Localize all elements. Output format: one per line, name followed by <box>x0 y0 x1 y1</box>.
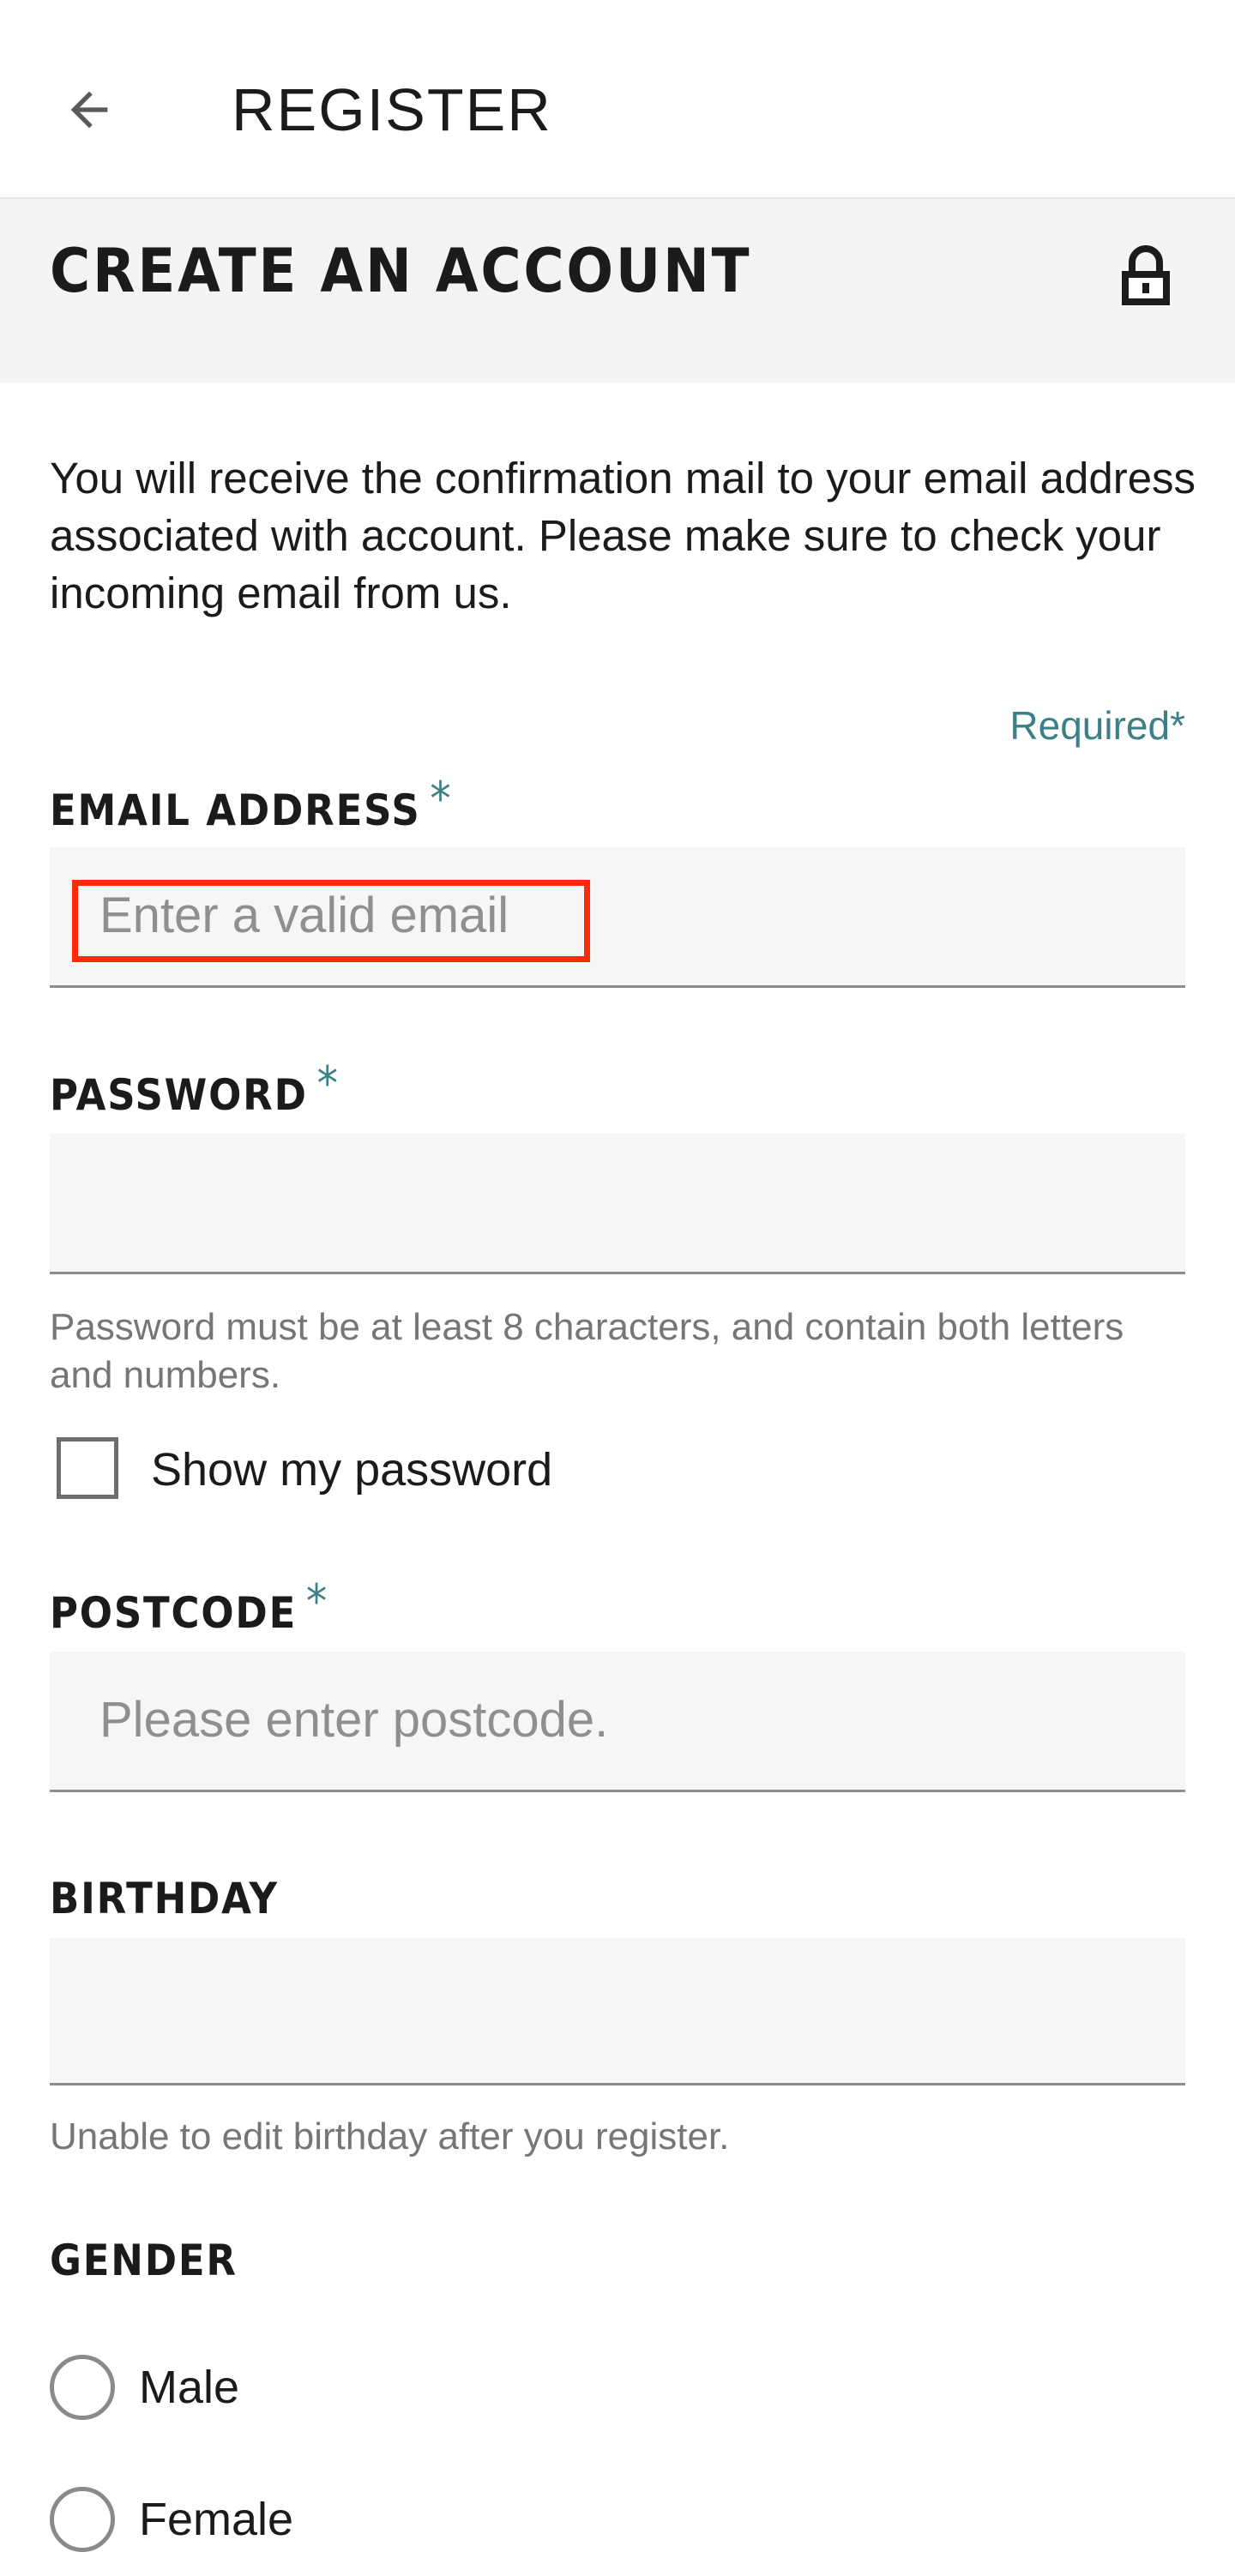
birthday-hint: Unable to edit birthday after you regist… <box>50 2116 730 2158</box>
show-password-checkbox[interactable] <box>57 1437 118 1499</box>
email-required-mark: * <box>430 772 453 826</box>
password-label: PASSWORD * <box>50 1056 340 1122</box>
gender-female-radio[interactable] <box>50 2487 115 2552</box>
app-bar: REGISTER <box>0 0 1235 199</box>
gender-label-text: GENDER <box>50 2236 238 2285</box>
gender-male-label[interactable]: Male <box>139 2355 239 2420</box>
postcode-required-mark: * <box>305 1574 329 1628</box>
postcode-placeholder: Please enter postcode. <box>99 1692 609 1748</box>
gender-female-label[interactable]: Female <box>139 2487 293 2552</box>
birthday-label-text: BIRTHDAY <box>50 1874 279 1923</box>
page-title: REGISTER <box>232 76 552 143</box>
gender-male-radio[interactable] <box>50 2355 115 2420</box>
back-button[interactable] <box>50 70 129 149</box>
birthday-field[interactable] <box>50 1938 1185 2085</box>
section-title: CREATE AN ACCOUNT <box>50 236 752 306</box>
required-note: Required* <box>1009 703 1185 748</box>
email-field[interactable]: Enter a valid email <box>50 847 1185 988</box>
email-label: EMAIL ADDRESS * <box>50 772 452 838</box>
password-required-mark: * <box>316 1056 340 1110</box>
gender-label: GENDER <box>50 2233 238 2288</box>
intro-text: You will receive the confirmation mail t… <box>50 454 1196 617</box>
postcode-field[interactable]: Please enter postcode. <box>50 1652 1185 1792</box>
show-password-label[interactable]: Show my password <box>151 1442 552 1497</box>
email-placeholder: Enter a valid email <box>99 888 509 943</box>
password-hint: Password must be at least 8 characters, … <box>50 1306 1124 1396</box>
email-label-text: EMAIL ADDRESS <box>50 785 421 835</box>
birthday-label: BIRTHDAY <box>50 1871 279 1926</box>
postcode-label: POSTCODE * <box>50 1574 328 1640</box>
arrow-left-icon <box>70 91 108 129</box>
lock-icon <box>1122 245 1170 305</box>
postcode-label-text: POSTCODE <box>50 1588 298 1638</box>
password-label-text: PASSWORD <box>50 1070 308 1120</box>
password-field[interactable] <box>50 1134 1185 1274</box>
